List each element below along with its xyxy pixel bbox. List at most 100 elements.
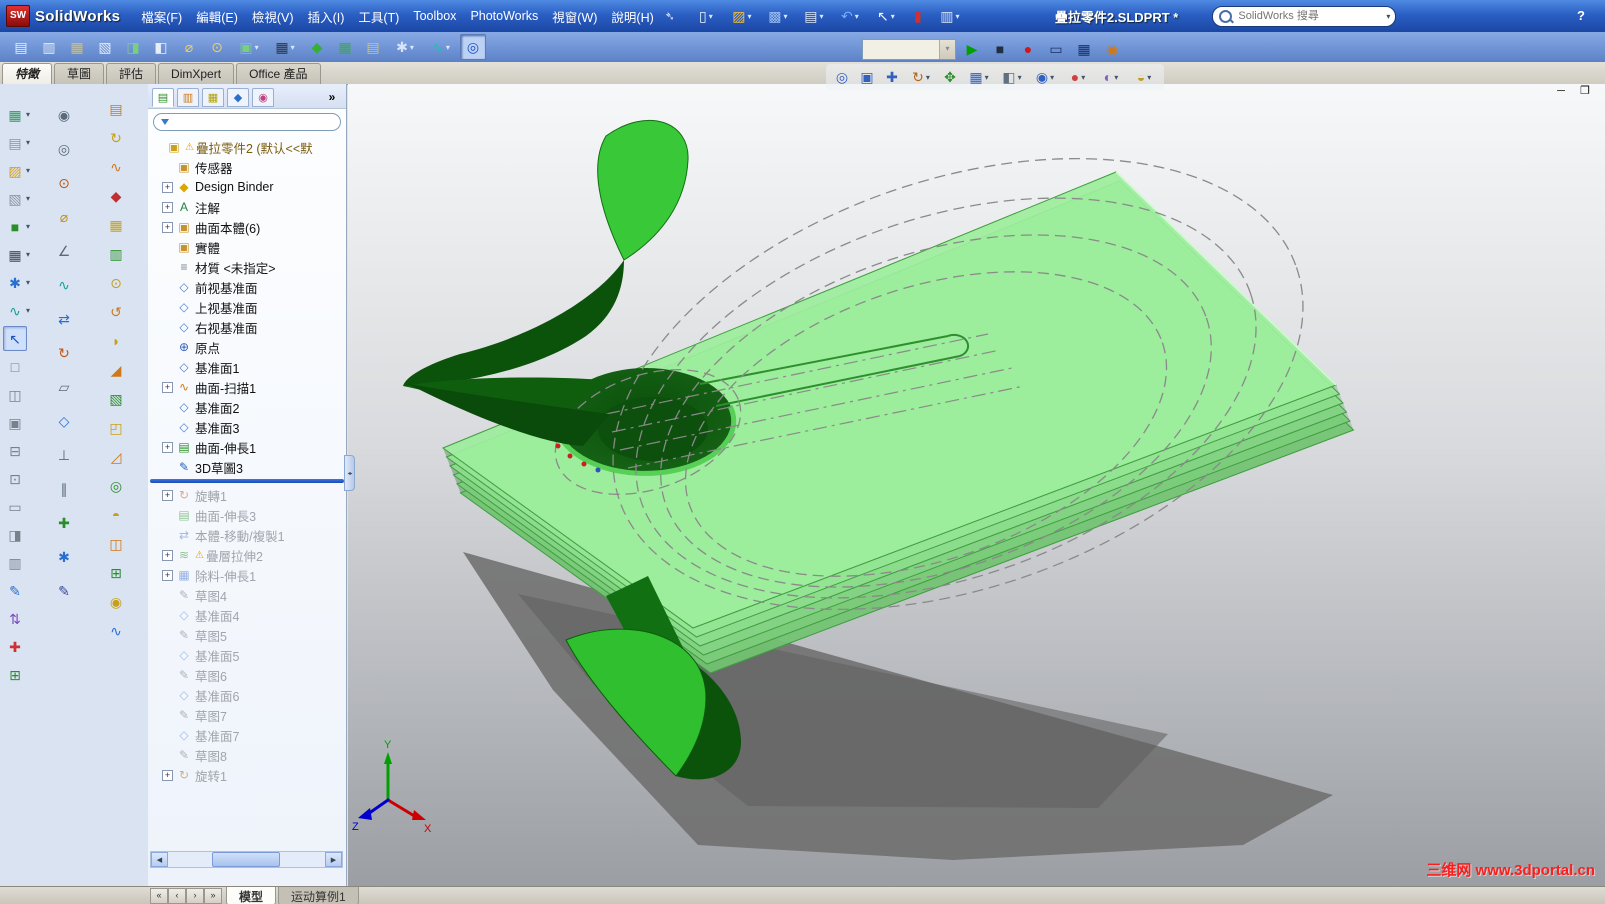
solid-model-flyout[interactable]: ■ — [3, 214, 32, 239]
rotate-tool[interactable]: ↻ — [52, 340, 76, 365]
rebuild-icon[interactable]: ▮ — [905, 3, 931, 29]
polygon-tool[interactable]: ▱ — [52, 374, 76, 399]
design-table-icon[interactable]: ▦ — [332, 34, 358, 60]
record-button[interactable]: ● — [1015, 36, 1041, 62]
revolve-boss-icon[interactable]: ↻ — [104, 125, 128, 150]
configurationmanager-tab[interactable]: ▦ — [202, 87, 224, 107]
new-document-icon[interactable]: ▯ — [689, 3, 723, 29]
annotation-pencil-tool[interactable]: ✎ — [3, 578, 27, 603]
restore-document-button[interactable]: ❐ — [1577, 84, 1593, 98]
mass-properties-icon[interactable]: ⊙ — [204, 34, 230, 60]
extrude-cut-icon[interactable]: ▥ — [104, 241, 128, 266]
boundary-boss-icon[interactable]: ▦ — [104, 212, 128, 237]
scrollbar-track[interactable] — [168, 852, 325, 867]
tab-features[interactable]: 特徵 — [2, 63, 53, 84]
stop-button[interactable]: ■ — [987, 36, 1013, 62]
view-settings-icon[interactable]: ◒ — [1128, 65, 1160, 89]
tab-scroll-next[interactable]: › — [186, 888, 204, 904]
options-icon[interactable]: ▥ — [933, 3, 967, 29]
menu-toolbox[interactable]: Toolbox — [406, 5, 463, 27]
play-button[interactable]: ▶ — [959, 36, 985, 62]
draft-icon[interactable]: ◿ — [104, 444, 128, 469]
rollback-bar[interactable] — [150, 479, 344, 483]
grid-system-tool[interactable]: ⊞ — [3, 662, 27, 687]
tree-item[interactable]: ▤ ⚠ 曲面-伸長1 — [148, 437, 346, 457]
tree-item[interactable]: ◇ ⚠ 基准面2 — [148, 397, 346, 417]
undo-icon[interactable]: ↶ — [833, 3, 867, 29]
render-window-icon[interactable]: ▭ — [1043, 36, 1069, 62]
measure-pressed-icon[interactable]: ◎ — [460, 34, 486, 60]
open-document-icon[interactable]: ▨ — [725, 3, 759, 29]
render-preset-combobox[interactable]: ▾ — [862, 38, 956, 60]
linear-pattern-icon[interactable]: ⊞ — [104, 560, 128, 585]
panel-overflow-button[interactable]: » — [322, 89, 342, 106]
edit-appearance-icon[interactable]: ● — [1062, 65, 1094, 89]
tree-item[interactable]: ✎ ⚠ 草图4 — [148, 585, 346, 605]
tree-item[interactable]: ◇ ⚠ 上视基准面 — [148, 297, 346, 317]
expand-toggle[interactable] — [162, 201, 173, 213]
menu-insert[interactable]: 插入(I) — [301, 3, 352, 30]
snap-flyout[interactable]: ✱ — [388, 34, 422, 60]
render-colors-icon[interactable]: ◉ — [1099, 36, 1125, 62]
make-drawing-icon[interactable]: ▤ — [8, 34, 34, 60]
menu-file[interactable]: 檔案(F) — [134, 3, 189, 30]
viewport-two-icon[interactable]: ◫ — [3, 382, 27, 407]
tree-filter-input[interactable] — [173, 115, 333, 129]
rotate-view-icon[interactable]: ↻ — [905, 65, 937, 89]
parallel-tool[interactable]: ∥ — [52, 476, 76, 501]
graphics-viewport[interactable]: Y X Z ─ ❐ 三维网 www.3dportal.cn — [348, 84, 1605, 886]
tree-item[interactable]: ⊕ ⚠ 原点 — [148, 337, 346, 357]
expand-toggle[interactable] — [162, 769, 173, 781]
menu-photoworks[interactable]: PhotoWorks — [463, 5, 545, 27]
select-tool[interactable]: ↖ — [3, 326, 27, 351]
spline-flyout[interactable]: ∿ — [3, 298, 32, 323]
revolve-cut-icon[interactable]: ↺ — [104, 299, 128, 324]
expand-toggle[interactable] — [162, 489, 173, 501]
spline-tool[interactable]: ∿ — [52, 272, 76, 297]
menu-view[interactable]: 檢視(V) — [245, 3, 301, 30]
search-dropdown-icon[interactable]: ▾ — [1386, 12, 1390, 21]
panel-horizontal-scrollbar[interactable]: ◀ ▶ — [150, 851, 343, 868]
shell-icon[interactable]: ◰ — [104, 415, 128, 440]
publish-edrawing-icon[interactable]: ▦ — [64, 34, 90, 60]
pattern-grid-flyout[interactable]: ▦ — [3, 242, 32, 267]
propertymanager-tab[interactable]: ▥ — [177, 87, 199, 107]
pack-and-go-icon[interactable]: ▧ — [92, 34, 118, 60]
add-point-tool[interactable]: ✚ — [52, 510, 76, 535]
extrude-boss-icon[interactable]: ▤ — [104, 96, 128, 121]
tree-item[interactable]: ▣ ⚠ 曲面本體(6) — [148, 217, 346, 237]
print-icon[interactable]: ▤ — [797, 3, 831, 29]
star-tool[interactable]: ✱ — [52, 544, 76, 569]
tree-item[interactable]: ✎ ⚠ 草图6 — [148, 665, 346, 685]
tab-scroll-prev[interactable]: ‹ — [168, 888, 186, 904]
grab-tool[interactable]: ◎ — [52, 136, 76, 161]
menu-help[interactable]: 說明(H) — [604, 3, 660, 30]
tree-item[interactable]: ⇄ ⚠ 本體-移動/複製1 — [148, 525, 346, 545]
tree-item[interactable]: ◇ ⚠ 右视基准面 — [148, 317, 346, 337]
pin-icon[interactable]: ➴ — [665, 9, 675, 23]
make-assembly-icon[interactable]: ▥ — [36, 34, 62, 60]
menu-edit[interactable]: 編輯(E) — [189, 3, 245, 30]
tab-dimxpert[interactable]: DimXpert — [158, 63, 235, 84]
tree-item[interactable]: ◇ ⚠ 基准面1 — [148, 357, 346, 377]
tree-item[interactable]: ↻ ⚠ 旋轉1 — [148, 485, 346, 505]
expand-toggle[interactable] — [162, 181, 173, 193]
zoom-fit-icon[interactable]: ◎ — [830, 65, 854, 89]
menu-window[interactable]: 視窗(W) — [545, 3, 604, 30]
mirror-tool[interactable]: ⇄ — [52, 306, 76, 331]
circular-pattern-icon[interactable]: ◉ — [104, 589, 128, 614]
dome-icon[interactable]: ◓ — [104, 502, 128, 527]
save-icon[interactable]: ▩ — [761, 3, 795, 29]
lofted-boss-icon[interactable]: ◆ — [104, 183, 128, 208]
tree-item[interactable]: ◇ ⚠ 基准面4 — [148, 605, 346, 625]
tree-item[interactable]: ◇ ⚠ 前视基准面 — [148, 277, 346, 297]
scroll-right-button[interactable]: ▶ — [325, 852, 342, 867]
scenes-flyout[interactable]: ▧ — [3, 186, 32, 211]
tree-item[interactable]: ↻ ⚠ 旋转1 — [148, 765, 346, 785]
view-orientation-icon[interactable]: ▦ — [963, 65, 995, 89]
featuremanager-tree-tab[interactable]: ▤ — [152, 87, 174, 107]
tab-office-products[interactable]: Office 產品 — [236, 63, 321, 84]
angle-tool[interactable]: ∠ — [52, 238, 76, 263]
expand-toggle[interactable] — [162, 569, 173, 581]
reference-star-flyout[interactable]: ✱ — [3, 270, 32, 295]
